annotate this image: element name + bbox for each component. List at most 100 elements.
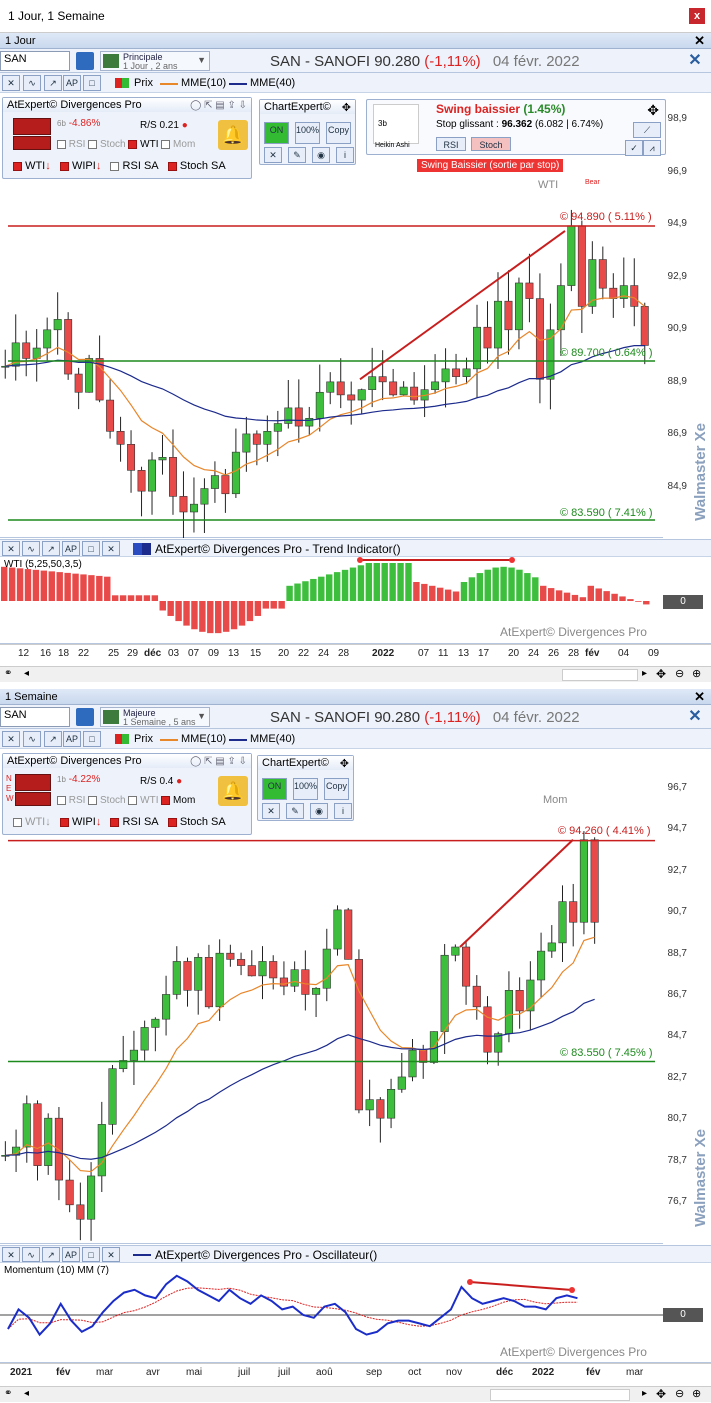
ap-icon[interactable]: AP — [62, 541, 80, 556]
tools-icon[interactable]: ✕ — [685, 707, 705, 727]
chartexpert-globe-icon[interactable]: ◉ — [310, 803, 328, 819]
window-icon[interactable]: □ — [83, 75, 101, 91]
mom-check[interactable] — [161, 795, 171, 805]
wti-bar — [389, 563, 396, 601]
tool-icon[interactable]: ✕ — [2, 541, 20, 556]
scroll-left-icon[interactable]: ◂ — [24, 1388, 29, 1399]
move-icon[interactable]: ✥ — [342, 101, 351, 114]
ap-icon[interactable]: AP — [63, 731, 81, 747]
mom-check[interactable] — [161, 139, 171, 149]
stochsa-signal-check[interactable] — [167, 161, 177, 171]
daily-scrollbar[interactable]: ⚭ ◂ ▸ ✥ ⊖ ⊕ — [0, 666, 711, 682]
atexpert-controls-icon[interactable]: ◯ ⇱ ▤ ⇪ ⇩ — [190, 100, 247, 111]
chartexpert-info-icon[interactable]: i — [334, 803, 352, 819]
atexpert-signal2-icon[interactable] — [15, 792, 51, 806]
rsisa-signal-check[interactable] — [110, 817, 120, 827]
symbol-input[interactable]: SAN — [0, 51, 70, 71]
window-close-button[interactable]: x — [689, 8, 705, 24]
tool-icon[interactable]: ✕ — [2, 1247, 20, 1262]
tool-icon[interactable]: ✕ — [2, 75, 20, 91]
indicator-icon[interactable]: ↗ — [44, 75, 62, 91]
tools-icon[interactable]: ✕ — [685, 51, 705, 71]
chartexpert-pen-icon[interactable]: ✎ — [286, 803, 304, 819]
chartexpert-globe-icon[interactable]: ◉ — [312, 147, 330, 163]
tool-icon[interactable]: ✕ — [2, 731, 20, 747]
panel-daily-close-icon[interactable]: ✕ — [694, 33, 705, 49]
zoom-out-icon[interactable]: ⊖ — [675, 1387, 684, 1400]
wave-icon[interactable]: ∿ — [23, 731, 41, 747]
wti-signal-check[interactable] — [13, 817, 22, 827]
zoom-in-icon[interactable]: ⊕ — [692, 667, 701, 680]
weekly-scrollbar[interactable]: ⚭ ◂ ▸ ✥ ⊖ ⊕ — [0, 1386, 711, 1402]
weekly-price-chart[interactable]: 96,7 94,7 92,7 90,7 88,7 86,7 84,7 82,7 80,7 78,7… — [0, 749, 711, 1244]
daily-wti-chart[interactable]: WTI (5,25,50,3,5) 0 AtExpert© Divergence… — [0, 557, 711, 644]
rsisa-signal-check[interactable] — [110, 161, 120, 171]
chartexpert-100-button[interactable]: 100% — [295, 122, 320, 144]
chartexpert-tool-icon[interactable]: ✕ — [264, 147, 282, 163]
move-icon[interactable]: ✥ — [340, 757, 349, 770]
swing-zoom-button[interactable]: ⟋ — [633, 122, 661, 138]
indicator-icon[interactable]: ↗ — [42, 541, 60, 556]
wti-check[interactable] — [128, 795, 138, 805]
chartexpert-100-button[interactable]: 100% — [293, 778, 318, 800]
indicator-icon[interactable]: ↗ — [42, 1247, 60, 1262]
scroll-right-icon[interactable]: ▸ — [642, 668, 647, 679]
stoch-check[interactable] — [88, 795, 98, 805]
panel-weekly-close-icon[interactable]: ✕ — [694, 689, 705, 705]
swing-check-icon[interactable]: ✓ — [625, 140, 643, 156]
wipi-signal-check[interactable] — [59, 817, 69, 827]
scroll-right-icon[interactable]: ▸ — [642, 1388, 647, 1399]
chartexpert-copy-button[interactable]: Copy — [324, 778, 349, 800]
ap-icon[interactable]: AP — [63, 75, 81, 91]
scroll-thumb[interactable] — [562, 669, 638, 681]
swing-stoch-tab[interactable]: Stoch — [471, 137, 511, 151]
move-icon[interactable]: ✥ — [656, 1387, 666, 1401]
wave-icon[interactable]: ∿ — [22, 1247, 40, 1262]
wave-icon[interactable]: ∿ — [22, 541, 40, 556]
daily-price-chart[interactable]: 98,9 96,9 94,9 92,9 90,9 88,9 86,9 84,9 Walmast… — [0, 93, 711, 538]
close-icon[interactable]: ✕ — [102, 541, 120, 556]
close-icon[interactable]: ✕ — [102, 1247, 120, 1262]
link-icon[interactable]: ⚭ — [4, 1388, 12, 1399]
chartexpert-copy-button[interactable]: Copy — [326, 122, 351, 144]
chartexpert-tool-icon[interactable]: ✕ — [262, 803, 280, 819]
atexpert-controls-icon[interactable]: ◯ ⇱ ▤ ⇪ ⇩ — [190, 756, 247, 767]
stochsa-signal-check[interactable] — [167, 817, 177, 827]
rsi-check[interactable] — [57, 795, 66, 805]
wti-check[interactable] — [128, 139, 138, 149]
chartexpert-on-button[interactable]: ON — [264, 122, 289, 144]
swing-chart-icon[interactable]: ⩘ — [643, 140, 661, 156]
link-icon[interactable]: ⚭ — [4, 668, 12, 679]
symbol-input[interactable]: SAN — [0, 707, 70, 727]
scale-dropdown[interactable]: Principale 1 Jour , 2 ans ▼ — [100, 51, 210, 71]
window-icon[interactable]: □ — [82, 541, 100, 556]
zoom-out-icon[interactable]: ⊖ — [675, 667, 684, 680]
wti-signal-check[interactable] — [13, 161, 22, 171]
bell-icon[interactable]: 🔔 — [218, 776, 248, 806]
scroll-left-icon[interactable]: ◂ — [24, 668, 29, 679]
book-icon[interactable] — [76, 708, 94, 726]
weekly-momentum-chart[interactable]: Momentum (10) MM (7) 0 AtExpert© Diverge… — [0, 1263, 711, 1363]
window-icon[interactable]: □ — [83, 731, 101, 747]
stoch-check[interactable] — [88, 139, 98, 149]
ap-icon[interactable]: AP — [62, 1247, 80, 1262]
scale-dropdown[interactable]: Majeure 1 Semaine , 5 ans ▼ — [100, 707, 210, 727]
atexpert-signal2-icon[interactable] — [13, 136, 51, 150]
book-icon[interactable] — [76, 52, 94, 70]
zoom-in-icon[interactable]: ⊕ — [692, 1387, 701, 1400]
rsi-check[interactable] — [57, 139, 66, 149]
window-icon[interactable]: □ — [82, 1247, 100, 1262]
indicator-icon[interactable]: ↗ — [44, 731, 62, 747]
swing-rsi-tab[interactable]: RSI — [436, 137, 466, 151]
move-icon[interactable]: ✥ — [656, 667, 666, 681]
atexpert-signal-icon[interactable] — [15, 774, 51, 791]
atexpert-signal-icon[interactable] — [13, 118, 51, 135]
chartexpert-info-icon[interactable]: i — [336, 147, 354, 163]
bell-icon[interactable]: 🔔 — [218, 120, 248, 150]
scroll-thumb[interactable] — [490, 1389, 630, 1401]
chartexpert-pen-icon[interactable]: ✎ — [288, 147, 306, 163]
move-icon[interactable]: ✥ — [647, 102, 659, 119]
wave-icon[interactable]: ∿ — [23, 75, 41, 91]
wipi-signal-check[interactable] — [59, 161, 69, 171]
chartexpert-on-button[interactable]: ON — [262, 778, 287, 800]
